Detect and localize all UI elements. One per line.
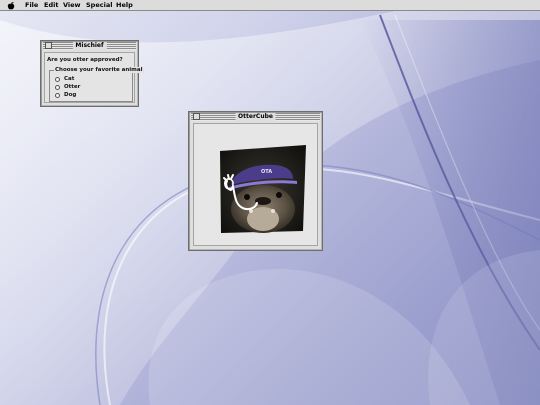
window-title: Mischief [72, 42, 107, 50]
menu-edit[interactable]: Edit [44, 1, 58, 10]
otter-photo: OTA [220, 145, 306, 233]
menu-special[interactable]: Special [86, 1, 112, 10]
radio-label[interactable]: Dog [64, 92, 76, 99]
radio-label[interactable]: Cat [64, 76, 74, 83]
ottercube-content: OTA [193, 123, 318, 246]
radio-button[interactable] [55, 85, 60, 90]
ottercube-window: OtterCube OTA [188, 111, 323, 251]
close-box[interactable] [45, 42, 52, 49]
ottercube-titlebar[interactable]: OtterCube [191, 113, 320, 121]
question-label: Are you otter approved? [47, 57, 123, 63]
cap-text: OTA [261, 169, 272, 175]
mischief-window: Mischief Are you otter approved? Choose … [40, 40, 144, 107]
animal-groupbox: Choose your favorite animal Cat Otter Do… [49, 67, 144, 102]
window-title: OtterCube [235, 113, 276, 121]
radio-label[interactable]: Otter [64, 84, 80, 91]
close-box[interactable] [193, 113, 200, 120]
group-label: Choose your favorite animal [54, 67, 144, 73]
mischief-titlebar[interactable]: Mischief [43, 42, 136, 50]
radio-button[interactable] [55, 77, 60, 82]
menu-view[interactable]: View [63, 1, 81, 10]
menu-file[interactable]: File [25, 1, 38, 10]
radio-button[interactable] [55, 93, 60, 98]
mischief-content: Are you otter approved? Choose your favo… [44, 52, 144, 103]
menu-help[interactable]: Help [116, 1, 133, 10]
menu-bar: File Edit View Special Help [0, 0, 540, 11]
apple-icon[interactable] [6, 1, 16, 10]
